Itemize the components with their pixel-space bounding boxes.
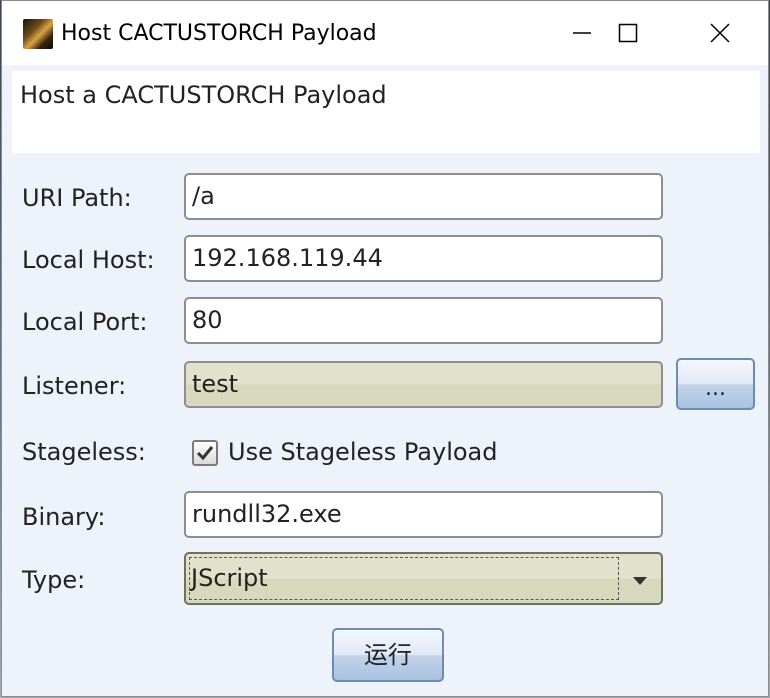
type-label: Type: [22, 566, 86, 594]
run-button[interactable]: 运行 [332, 628, 444, 682]
dialog-window: Host CACTUSTORCH Payload Host a CACTUSTO… [1, 0, 769, 697]
stageless-label: Stageless: [22, 438, 146, 466]
binary-label: Binary: [22, 503, 106, 531]
local-host-label: Local Host: [22, 246, 155, 274]
listener-browse-button[interactable]: ... [676, 358, 755, 410]
listener-label: Listener: [22, 372, 127, 400]
binary-input[interactable]: rundll32.exe [184, 491, 663, 538]
description-banner: Host a CACTUSTORCH Payload [12, 71, 760, 153]
title-bar[interactable]: Host CACTUSTORCH Payload [2, 1, 768, 65]
stageless-checkbox[interactable] [192, 440, 218, 466]
local-port-label: Local Port: [22, 308, 148, 336]
app-icon [23, 19, 53, 49]
stageless-checkbox-label[interactable]: Use Stageless Payload [228, 437, 497, 467]
chevron-down-icon [632, 554, 648, 603]
uri-path-label: URI Path: [22, 184, 132, 212]
close-icon [709, 22, 731, 44]
type-select[interactable]: JScript [184, 552, 663, 605]
listener-field: test [184, 361, 663, 408]
window-title: Host CACTUSTORCH Payload [61, 21, 377, 46]
maximize-icon [617, 22, 639, 44]
close-button[interactable] [674, 1, 766, 65]
local-host-input[interactable]: 192.168.119.44 [184, 235, 663, 282]
maximize-button[interactable] [582, 1, 674, 65]
uri-path-input[interactable]: /a [184, 173, 663, 220]
type-selected-value: JScript [191, 564, 268, 592]
banner-text: Host a CACTUSTORCH Payload [20, 81, 387, 109]
local-port-input[interactable]: 80 [184, 297, 663, 344]
dropdown-arrow[interactable] [621, 556, 659, 601]
